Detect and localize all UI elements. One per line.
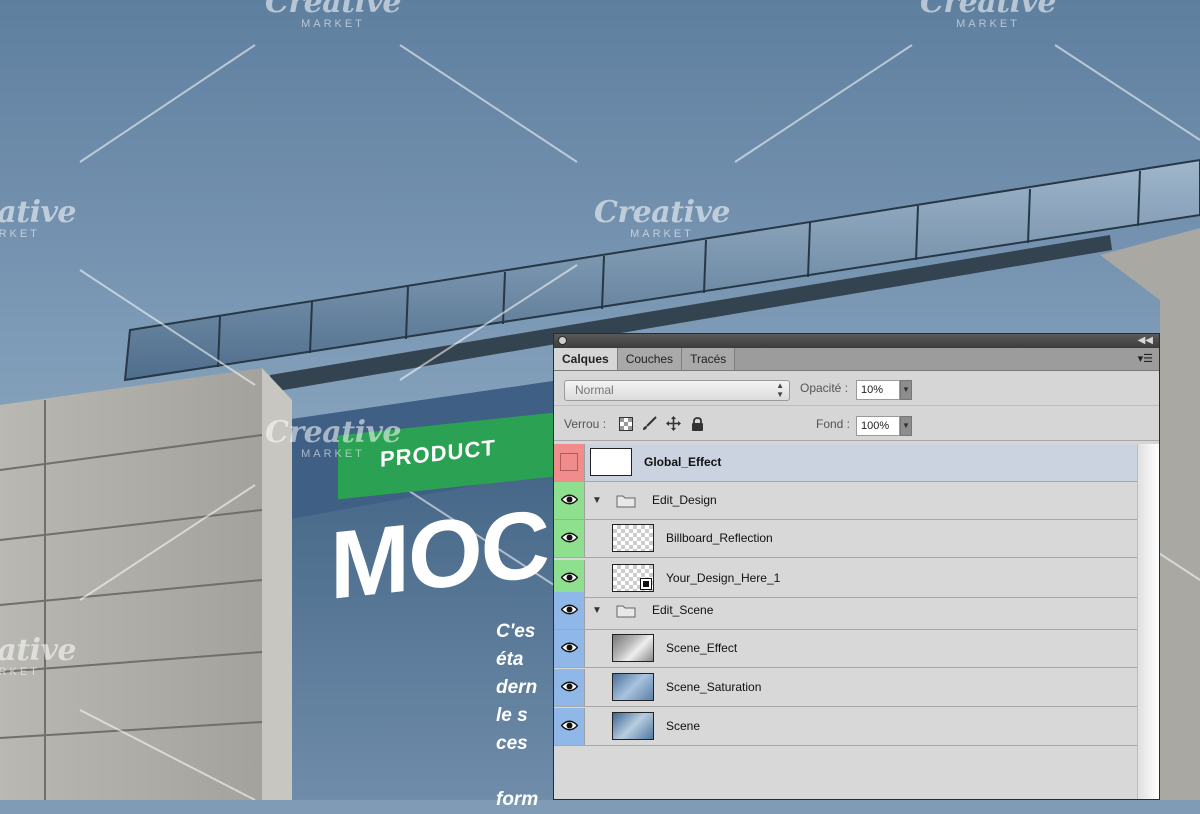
collapse-panel-icon[interactable]: ◀◀ bbox=[1138, 334, 1153, 348]
banner-product-text: PRODUCT bbox=[380, 434, 496, 472]
layer-thumbnail bbox=[612, 524, 654, 552]
layer-thumbnail bbox=[590, 448, 632, 476]
updown-arrows-icon: ▲ ▼ bbox=[776, 381, 784, 399]
tab-calques[interactable]: Calques bbox=[554, 348, 618, 370]
visibility-toggle[interactable] bbox=[554, 669, 585, 706]
visibility-toggle[interactable] bbox=[554, 482, 585, 519]
visibility-toggle[interactable] bbox=[554, 630, 585, 667]
panel-titlebar[interactable]: ◀◀ bbox=[554, 334, 1159, 348]
close-icon[interactable] bbox=[558, 336, 567, 345]
banner-body-line: ces bbox=[496, 733, 528, 754]
fill-input[interactable]: 100% bbox=[856, 416, 900, 436]
layer-thumbnail bbox=[612, 712, 654, 740]
banner-body-line bbox=[496, 758, 556, 786]
lock-label: Verrou : bbox=[564, 417, 607, 431]
eye-icon bbox=[561, 681, 578, 692]
visibility-toggle[interactable] bbox=[554, 592, 585, 629]
opacity-label: Opacité : bbox=[800, 381, 849, 395]
expand-triangle-icon[interactable]: ▼ bbox=[592, 605, 602, 616]
layer-row[interactable]: Scene bbox=[554, 708, 1137, 746]
hidden-eye-box bbox=[560, 453, 578, 471]
brush-icon[interactable] bbox=[642, 416, 657, 431]
layer-name: Billboard_Reflection bbox=[666, 531, 773, 545]
tab-couches[interactable]: Couches bbox=[617, 348, 683, 370]
layer-name: Edit_Scene bbox=[652, 603, 714, 617]
eye-icon bbox=[561, 494, 578, 505]
banner-body-line: dern bbox=[496, 677, 538, 698]
fill-dropdown-arrow-icon[interactable]: ▼ bbox=[900, 416, 912, 436]
lock-icon[interactable] bbox=[690, 416, 705, 431]
lock-transparency-icon[interactable] bbox=[618, 416, 633, 431]
layer-row[interactable]: Billboard_Reflection bbox=[554, 520, 1137, 558]
smart-object-icon bbox=[640, 578, 652, 590]
fill-label: Fond : bbox=[816, 417, 851, 431]
layer-name: Global_Effect bbox=[644, 455, 722, 469]
banner-body-line: éta bbox=[496, 649, 524, 670]
eye-icon bbox=[561, 532, 578, 543]
layers-panel: ◀◀ Calques Couches Tracés ▾☰ Normal ▲ ▼ O… bbox=[553, 333, 1160, 800]
eye-icon bbox=[561, 604, 578, 615]
layer-thumbnail bbox=[612, 673, 654, 701]
opacity-dropdown-arrow-icon[interactable]: ▼ bbox=[900, 380, 912, 400]
visibility-toggle[interactable] bbox=[554, 708, 585, 745]
expand-triangle-icon[interactable]: ▼ bbox=[592, 495, 602, 506]
banner-body-line: form bbox=[496, 789, 539, 810]
blend-mode-value: Normal bbox=[575, 383, 614, 397]
layer-list: Global_Effect ▼ Edit_Design Billboard_Refle… bbox=[554, 444, 1137, 799]
panel-menu-icon[interactable]: ▾☰ bbox=[1138, 352, 1153, 365]
eye-icon bbox=[561, 642, 578, 653]
layer-thumbnail bbox=[612, 634, 654, 662]
banner-body-line: le s bbox=[496, 705, 528, 726]
panel-tabbar: Calques Couches Tracés ▾☰ bbox=[554, 348, 1159, 371]
blend-mode-select[interactable]: Normal ▲ ▼ bbox=[564, 380, 790, 401]
layer-name: Scene_Saturation bbox=[666, 680, 762, 694]
layer-row[interactable]: Global_Effect bbox=[554, 444, 1137, 482]
layer-name: Edit_Design bbox=[652, 493, 717, 507]
layer-name: Scene bbox=[666, 719, 701, 733]
layer-row[interactable]: ▼ Edit_Scene bbox=[554, 592, 1137, 630]
layer-row[interactable]: Scene_Saturation bbox=[554, 669, 1137, 707]
eye-icon bbox=[561, 720, 578, 731]
banner-body-text: C'es éta dern le s ces form bbox=[496, 618, 556, 814]
layer-row[interactable]: Scene_Effect bbox=[554, 630, 1137, 668]
layer-name: Scene_Effect bbox=[666, 641, 738, 655]
layer-list-scrollbar[interactable] bbox=[1137, 444, 1159, 799]
opacity-input[interactable]: 10% bbox=[856, 380, 900, 400]
visibility-toggle[interactable] bbox=[554, 444, 585, 481]
folder-icon bbox=[616, 494, 636, 508]
tab-traces[interactable]: Tracés bbox=[682, 348, 736, 370]
banner-body-line: C'es bbox=[496, 621, 536, 642]
layer-name: Your_Design_Here_1 bbox=[666, 571, 781, 585]
layer-thumbnail bbox=[612, 564, 654, 592]
layer-row[interactable]: ▼ Edit_Design bbox=[554, 482, 1137, 520]
folder-icon bbox=[616, 604, 636, 618]
eye-icon bbox=[561, 572, 578, 583]
blend-row: Normal ▲ ▼ Opacité : 10% ▼ bbox=[554, 371, 1159, 406]
lock-row: Verrou : Fond : 100% ▼ bbox=[554, 406, 1159, 441]
move-icon[interactable] bbox=[666, 416, 681, 431]
visibility-toggle[interactable] bbox=[554, 520, 585, 557]
